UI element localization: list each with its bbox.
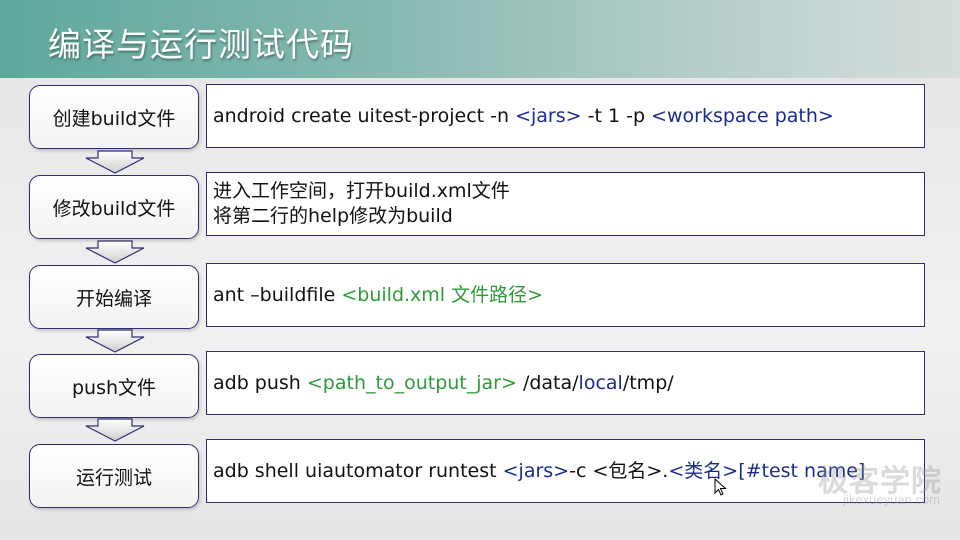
command-segment: /data/	[516, 371, 579, 394]
down-arrow-icon	[85, 150, 145, 174]
command-line: adb shell uiautomator runtest <jars>-c <…	[213, 459, 918, 484]
step-box-5: 运行测试	[29, 444, 199, 508]
command-segment: <workspace path>	[651, 104, 834, 127]
step-box-1: 创建build文件	[29, 85, 199, 149]
command-line: 进入工作空间，打开build.xml文件	[213, 179, 918, 204]
command-segment: <jars>	[515, 104, 582, 127]
down-arrow-icon	[85, 240, 145, 264]
command-segment: <path_to_output_jar>	[306, 371, 517, 394]
command-segment: -c <包名>.	[569, 459, 669, 482]
command-segment: <build.xml 文件路径>	[341, 283, 544, 306]
command-segment: adb shell uiautomator runtest	[213, 459, 503, 482]
command-segment: -t 1 -p	[581, 104, 652, 127]
command-box-1: android create uitest-project -n <jars> …	[206, 84, 925, 148]
command-line: 将第二行的help修改为build	[213, 204, 918, 229]
command-segment: /tmp/	[622, 371, 674, 394]
command-box-2: 进入工作空间，打开build.xml文件 将第二行的help修改为build	[206, 172, 925, 236]
step-box-4: push文件	[29, 354, 199, 418]
watermark-url: jikexueyuan.com	[843, 492, 940, 507]
step-box-3: 开始编译	[29, 265, 199, 329]
slide-title: 编译与运行测试代码	[48, 25, 354, 64]
command-segment: adb push	[213, 371, 307, 394]
command-box-4: adb push <path_to_output_jar> /data/loca…	[206, 351, 925, 415]
command-segment: <jars>	[502, 459, 570, 482]
step-box-2: 修改build文件	[29, 175, 199, 239]
command-segment: 将第二行的help修改为build	[213, 205, 453, 227]
command-box-3: ant –buildfile <build.xml 文件路径>	[206, 263, 925, 327]
command-segment: 进入工作空间，打开build.xml文件	[213, 180, 510, 202]
command-line: ant –buildfile <build.xml 文件路径>	[213, 283, 918, 308]
command-segment: local	[578, 371, 623, 394]
command-line: android create uitest-project -n <jars> …	[213, 104, 918, 129]
command-line: adb push <path_to_output_jar> /data/loca…	[213, 371, 918, 396]
command-segment: android create uitest-project -n	[213, 104, 516, 127]
mouse-cursor-icon	[714, 478, 727, 496]
down-arrow-icon	[85, 418, 145, 442]
command-segment: ant –buildfile	[213, 283, 342, 306]
down-arrow-icon	[85, 329, 145, 353]
